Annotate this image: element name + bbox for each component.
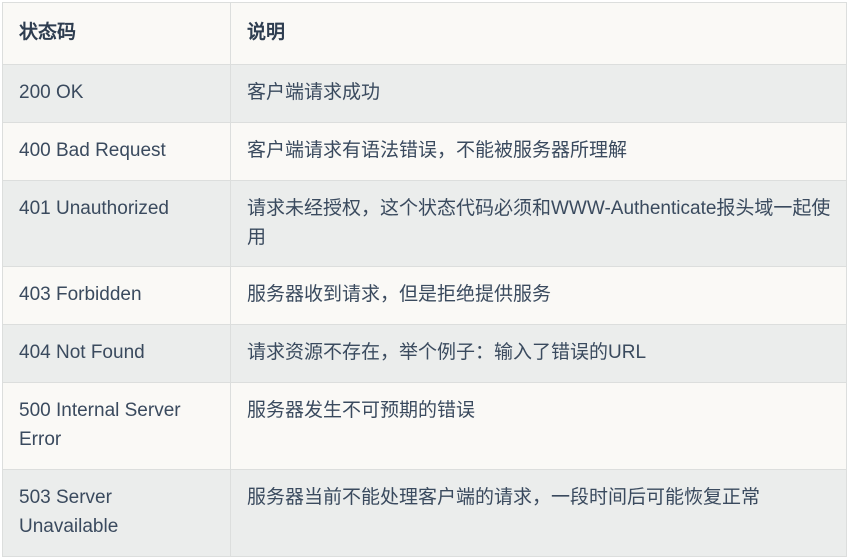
column-header-description: 说明 — [230, 2, 847, 65]
table-body: 200 OK 客户端请求成功 400 Bad Request 客户端请求有语法错… — [2, 63, 847, 557]
table-row: 503 Server Unavailable 服务器当前不能处理客户端的请求，一… — [2, 468, 847, 557]
table-row: 403 Forbidden 服务器收到请求，但是拒绝提供服务 — [2, 266, 847, 326]
cell-status-code: 503 Server Unavailable — [2, 468, 231, 557]
cell-status-code: 404 Not Found — [2, 324, 231, 384]
cell-description: 客户端请求成功 — [230, 63, 847, 123]
cell-status-code: 403 Forbidden — [2, 266, 231, 326]
status-code-table-container: 状态码 说明 200 OK 客户端请求成功 400 Bad Request 客户… — [0, 0, 854, 557]
cell-status-code: 401 Unauthorized — [2, 179, 231, 268]
cell-status-code: 200 OK — [2, 63, 231, 123]
table-header-row: 状态码 说明 — [2, 2, 847, 65]
table-row: 500 Internal Server Error 服务器发生不可预期的错误 — [2, 382, 847, 470]
column-header-status-code: 状态码 — [2, 2, 231, 65]
cell-description: 请求未经授权，这个状态代码必须和WWW-Authenticate报头域一起使用 — [230, 179, 847, 268]
cell-description: 服务器收到请求，但是拒绝提供服务 — [230, 266, 847, 326]
table-row: 400 Bad Request 客户端请求有语法错误，不能被服务器所理解 — [2, 121, 847, 181]
http-status-code-table: 状态码 说明 200 OK 客户端请求成功 400 Bad Request 客户… — [2, 2, 847, 557]
cell-status-code: 400 Bad Request — [2, 121, 231, 181]
table-row: 200 OK 客户端请求成功 — [2, 63, 847, 123]
cell-description: 请求资源不存在，举个例子：输入了错误的URL — [230, 324, 847, 384]
table-header: 状态码 说明 — [2, 2, 847, 65]
cell-description: 服务器发生不可预期的错误 — [230, 382, 847, 470]
cell-description: 服务器当前不能处理客户端的请求，一段时间后可能恢复正常 — [230, 468, 847, 557]
table-row: 401 Unauthorized 请求未经授权，这个状态代码必须和WWW-Aut… — [2, 179, 847, 268]
table-row: 404 Not Found 请求资源不存在，举个例子：输入了错误的URL — [2, 324, 847, 384]
cell-description: 客户端请求有语法错误，不能被服务器所理解 — [230, 121, 847, 181]
cell-status-code: 500 Internal Server Error — [2, 382, 231, 470]
